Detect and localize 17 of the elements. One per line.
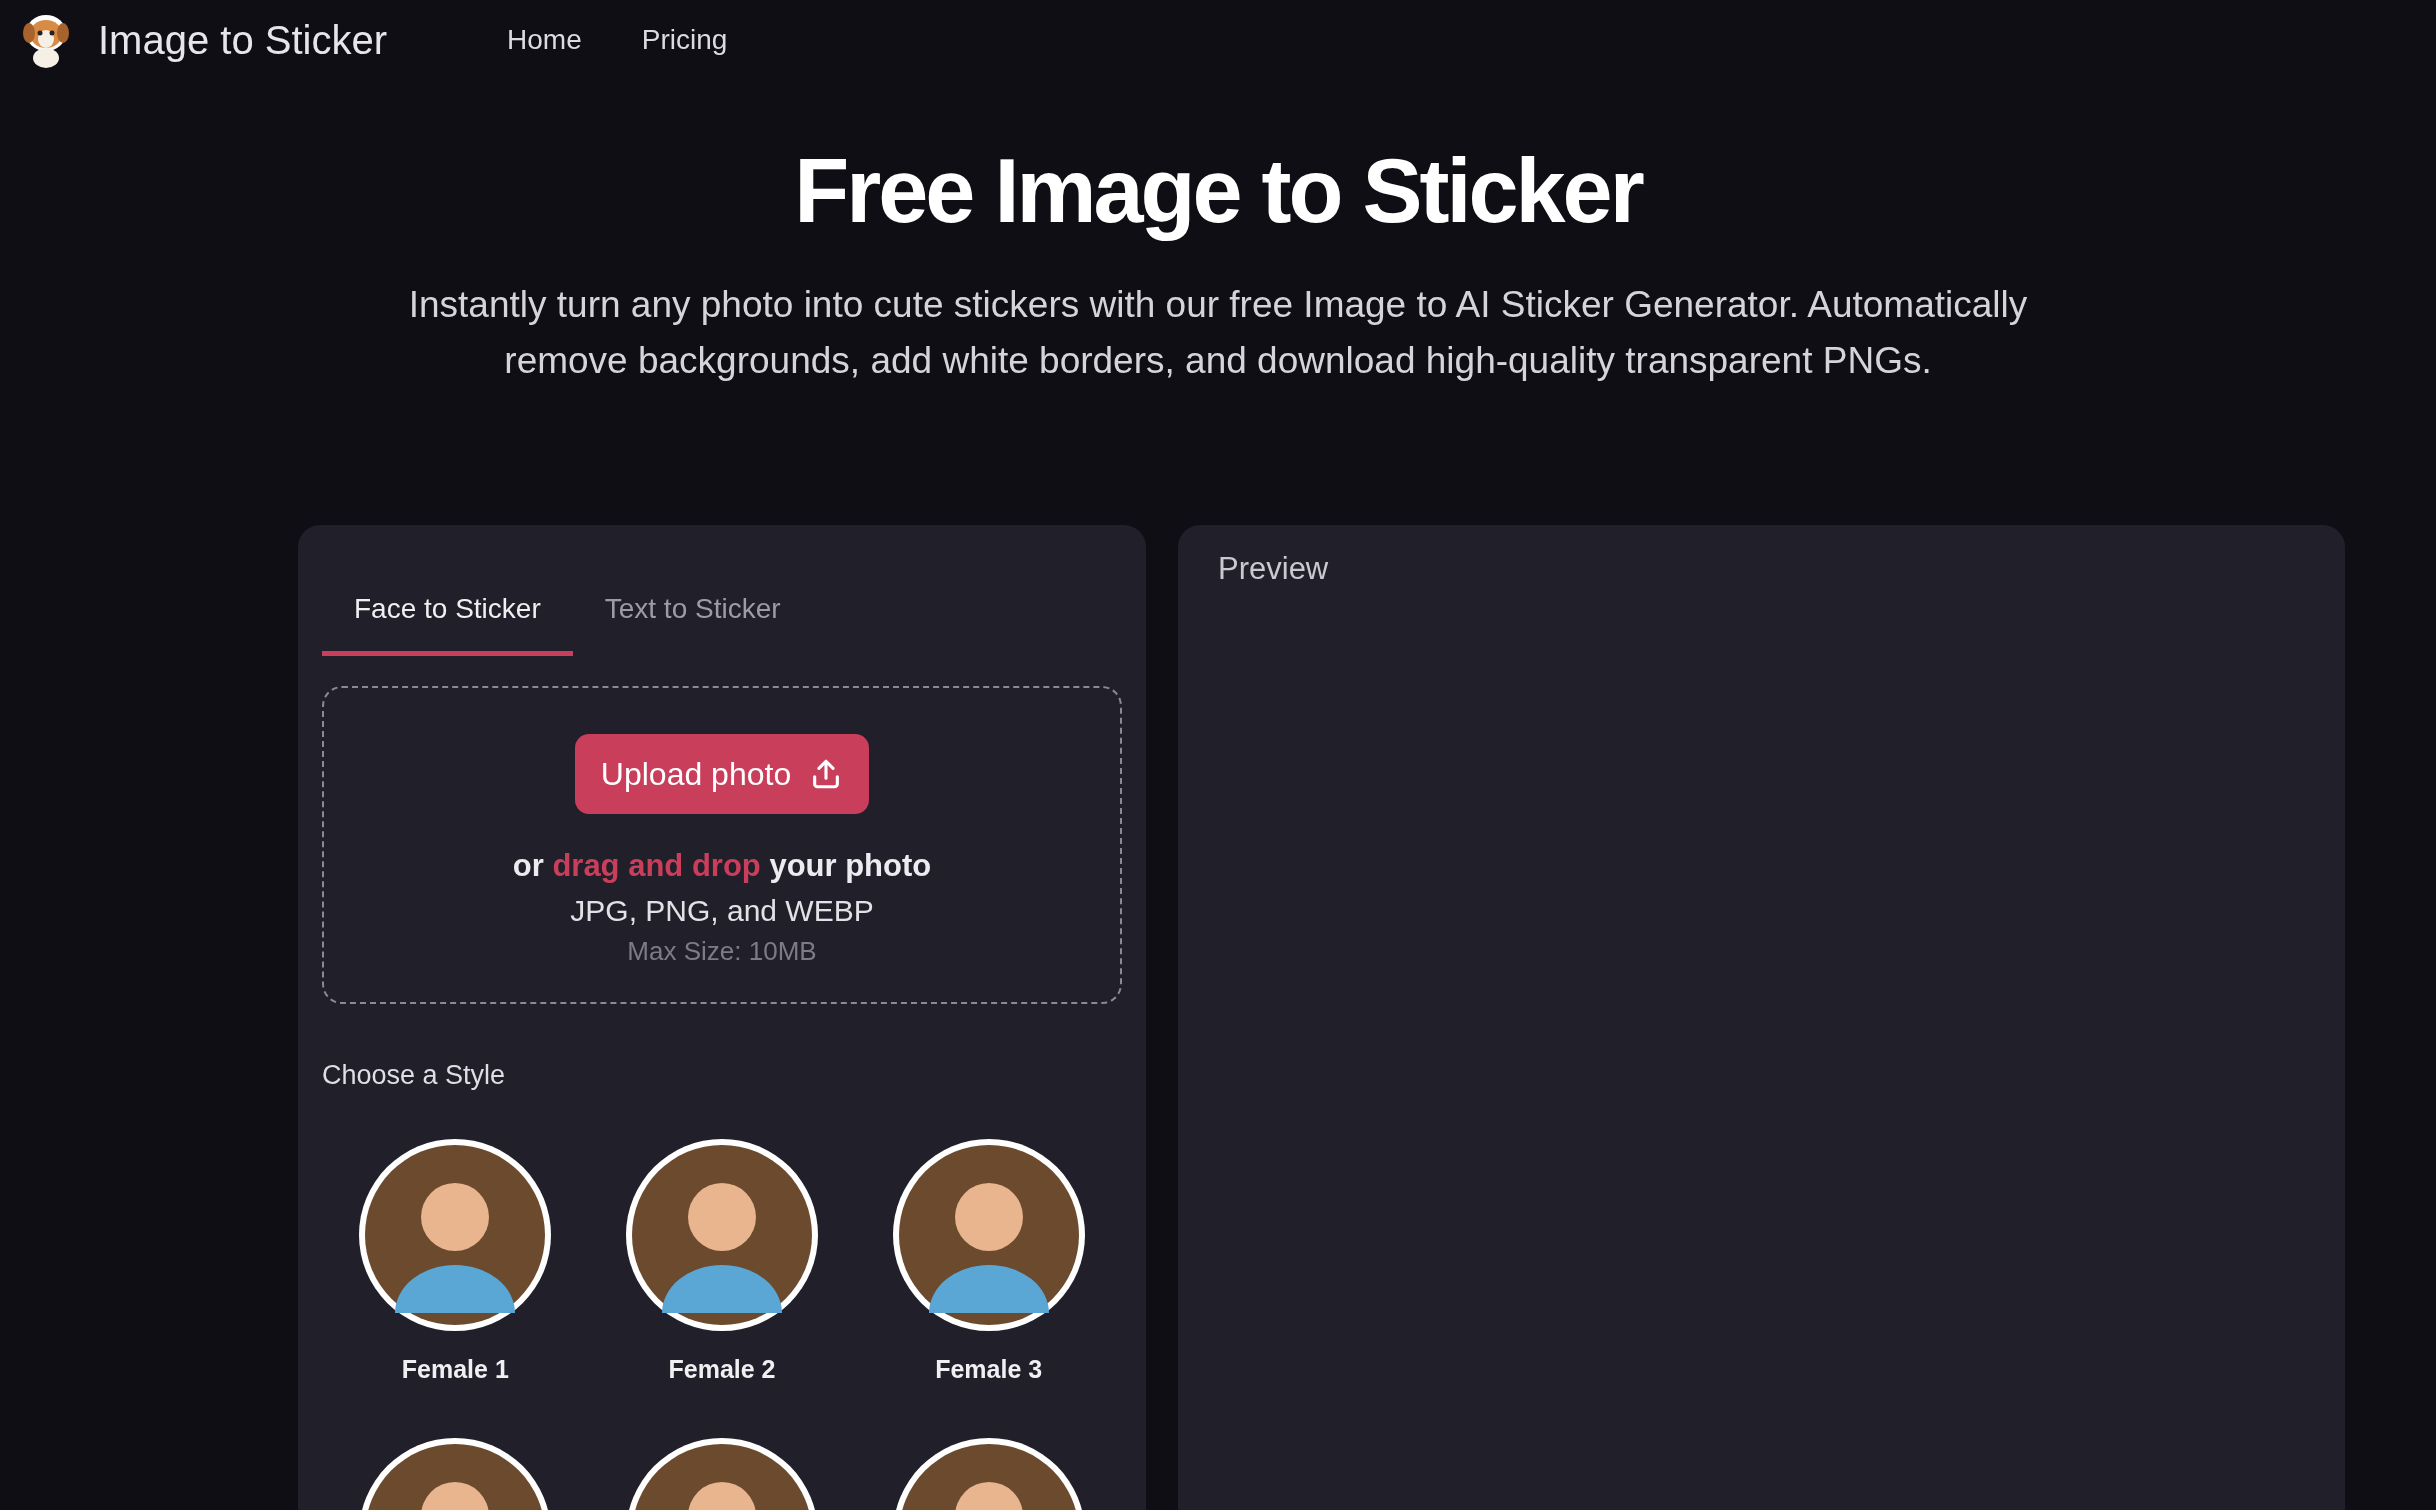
mode-tab[interactable]: Face to Sticker (322, 575, 573, 656)
style-label: Female 1 (401, 1355, 509, 1384)
page-title: Free Image to Sticker (794, 140, 1642, 243)
mode-tab[interactable]: Text to Sticker (572, 575, 813, 656)
preview-title: Preview (1218, 551, 1330, 587)
style-label: Female 3 (935, 1355, 1043, 1384)
upload-button[interactable]: Upload photo (574, 734, 870, 814)
drop-prompt: or drag and drop your photo (512, 848, 932, 884)
upload-dropzone[interactable]: Upload photo or drag and drop your photo JPG, PNG, and WEBP Max Size: 10MB (322, 686, 1122, 1004)
nav-link[interactable]: Home (507, 24, 582, 56)
max-size: Max Size: 10MB (627, 936, 817, 967)
nav-link[interactable]: Pricing (641, 24, 728, 56)
page-subtitle: Instantly turn any photo into cute stickers with our free Image to AI Sticker Generator. Automatically remove backgrounds, add white borders, and download high-quality transparent PNGs. (407, 283, 2029, 383)
file-formats: JPG, PNG, and WEBP (570, 894, 874, 928)
brand-name: Image to Sticker (98, 17, 387, 63)
section-heading: Choose a Style (322, 1060, 507, 1091)
style-label: Female 2 (668, 1355, 776, 1384)
